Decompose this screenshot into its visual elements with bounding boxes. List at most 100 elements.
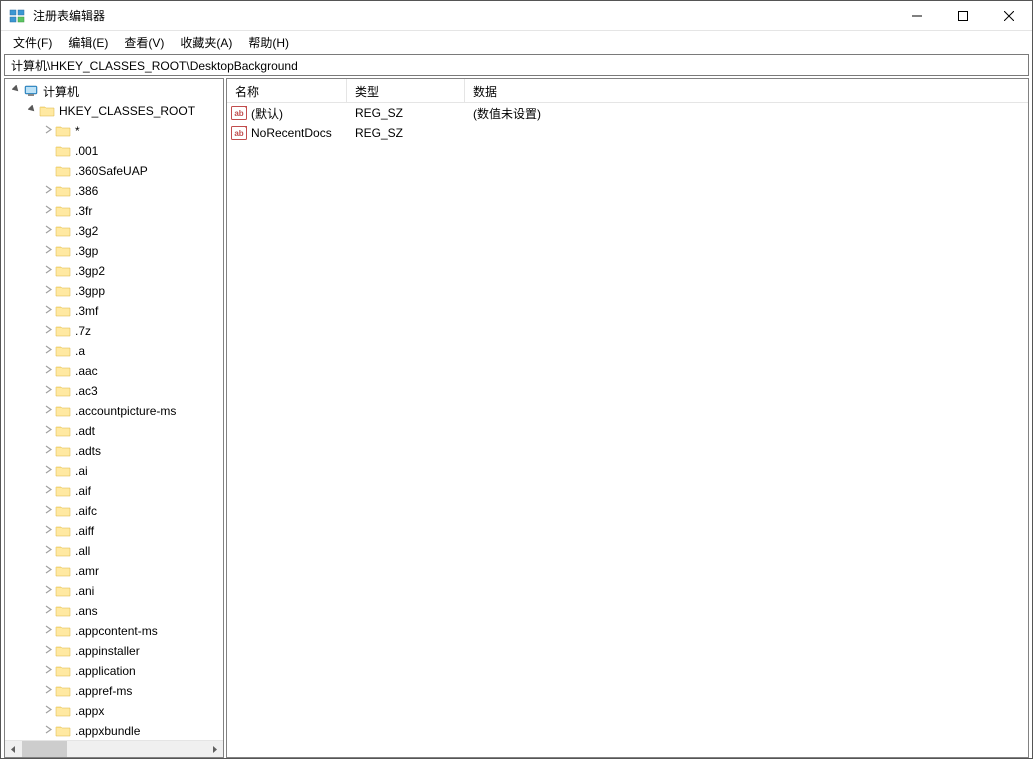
expand-icon[interactable]: [41, 645, 55, 657]
cell-data: (数值未设置): [465, 105, 1028, 122]
folder-icon: [55, 283, 71, 299]
expand-icon[interactable]: [41, 245, 55, 257]
expand-icon[interactable]: [41, 305, 55, 317]
scrollbar-thumb[interactable]: [22, 741, 67, 757]
list-row[interactable]: abNoRecentDocsREG_SZ: [227, 123, 1028, 143]
string-value-icon: ab: [231, 106, 247, 120]
menu-file[interactable]: 文件(F): [5, 32, 60, 53]
tree-item[interactable]: .amr: [5, 561, 223, 581]
tree-item[interactable]: .a: [5, 341, 223, 361]
expand-icon[interactable]: [41, 625, 55, 637]
folder-icon: [55, 403, 71, 419]
column-name[interactable]: 名称: [227, 79, 347, 102]
horizontal-scrollbar[interactable]: [5, 740, 223, 757]
expand-icon[interactable]: [41, 225, 55, 237]
tree-label: .all: [75, 544, 90, 558]
menu-favorites[interactable]: 收藏夹(A): [172, 32, 240, 53]
tree-item[interactable]: .all: [5, 541, 223, 561]
expand-icon[interactable]: [41, 565, 55, 577]
tree-label: .001: [75, 144, 98, 158]
expand-icon[interactable]: [41, 525, 55, 537]
tree-item[interactable]: .3gp2: [5, 261, 223, 281]
tree-item[interactable]: .ac3: [5, 381, 223, 401]
tree-item[interactable]: .3g2: [5, 221, 223, 241]
expand-icon[interactable]: [41, 205, 55, 217]
expand-icon[interactable]: [41, 465, 55, 477]
expand-icon[interactable]: [41, 425, 55, 437]
tree-item[interactable]: .accountpicture-ms: [5, 401, 223, 421]
expand-icon[interactable]: [41, 725, 55, 737]
folder-icon: [55, 643, 71, 659]
address-bar[interactable]: 计算机\HKEY_CLASSES_ROOT\DesktopBackground: [4, 54, 1029, 76]
expand-icon[interactable]: [41, 285, 55, 297]
scrollbar-track[interactable]: [22, 741, 206, 757]
expand-icon[interactable]: [41, 605, 55, 617]
tree-item[interactable]: .aifc: [5, 501, 223, 521]
folder-icon: [55, 423, 71, 439]
close-button[interactable]: [986, 1, 1032, 30]
folder-icon: [55, 503, 71, 519]
tree-item[interactable]: .aiff: [5, 521, 223, 541]
tree-item[interactable]: .appx: [5, 701, 223, 721]
expand-icon[interactable]: [41, 185, 55, 197]
tree-item[interactable]: .7z: [5, 321, 223, 341]
tree-item[interactable]: .3gpp: [5, 281, 223, 301]
expand-icon[interactable]: [41, 665, 55, 677]
folder-icon: [55, 343, 71, 359]
menu-help[interactable]: 帮助(H): [240, 32, 297, 53]
expand-icon[interactable]: [41, 505, 55, 517]
tree-root-computer[interactable]: 计算机: [5, 81, 223, 101]
expand-icon[interactable]: [41, 405, 55, 417]
tree-item[interactable]: .360SafeUAP: [5, 161, 223, 181]
column-type[interactable]: 类型: [347, 79, 465, 102]
expand-icon[interactable]: [41, 545, 55, 557]
expand-icon[interactable]: [41, 325, 55, 337]
tree-item[interactable]: .386: [5, 181, 223, 201]
expand-icon[interactable]: [25, 105, 39, 117]
tree-item[interactable]: *: [5, 121, 223, 141]
tree-item[interactable]: .application: [5, 661, 223, 681]
folder-icon: [55, 483, 71, 499]
tree-item[interactable]: .ai: [5, 461, 223, 481]
menu-edit[interactable]: 编辑(E): [60, 32, 116, 53]
list-row[interactable]: ab(默认)REG_SZ(数值未设置): [227, 103, 1028, 123]
folder-icon: [55, 383, 71, 399]
expand-icon[interactable]: [41, 705, 55, 717]
tree-item[interactable]: .appcontent-ms: [5, 621, 223, 641]
tree-item[interactable]: .appxbundle: [5, 721, 223, 740]
list-body[interactable]: ab(默认)REG_SZ(数值未设置)abNoRecentDocsREG_SZ: [227, 103, 1028, 757]
scroll-left-button[interactable]: [5, 741, 22, 757]
tree-item[interactable]: .ans: [5, 601, 223, 621]
tree-item[interactable]: .aif: [5, 481, 223, 501]
tree-item[interactable]: .appref-ms: [5, 681, 223, 701]
tree-item[interactable]: .adts: [5, 441, 223, 461]
folder-icon: [55, 583, 71, 599]
column-data[interactable]: 数据: [465, 79, 1028, 102]
tree-item[interactable]: .3mf: [5, 301, 223, 321]
folder-icon: [55, 443, 71, 459]
tree-item[interactable]: .appinstaller: [5, 641, 223, 661]
tree-item[interactable]: .aac: [5, 361, 223, 381]
expand-icon[interactable]: [41, 445, 55, 457]
expand-icon[interactable]: [41, 365, 55, 377]
menu-view[interactable]: 查看(V): [116, 32, 172, 53]
expand-icon[interactable]: [41, 485, 55, 497]
tree-item[interactable]: .ani: [5, 581, 223, 601]
expand-icon[interactable]: [41, 585, 55, 597]
minimize-button[interactable]: [894, 1, 940, 30]
tree-item[interactable]: .001: [5, 141, 223, 161]
expand-icon[interactable]: [9, 85, 23, 97]
tree-scroll[interactable]: 计算机 HKEY_CLASSES_ROOT *.001.360SafeUAP.3…: [5, 79, 223, 740]
expand-icon[interactable]: [41, 265, 55, 277]
tree-item[interactable]: .3gp: [5, 241, 223, 261]
list-header: 名称 类型 数据: [227, 79, 1028, 103]
scroll-right-button[interactable]: [206, 741, 223, 757]
tree-item[interactable]: .3fr: [5, 201, 223, 221]
tree-item[interactable]: .adt: [5, 421, 223, 441]
expand-icon[interactable]: [41, 685, 55, 697]
expand-icon[interactable]: [41, 125, 55, 137]
expand-icon[interactable]: [41, 345, 55, 357]
maximize-button[interactable]: [940, 1, 986, 30]
expand-icon[interactable]: [41, 385, 55, 397]
tree-hkey-classes-root[interactable]: HKEY_CLASSES_ROOT: [5, 101, 223, 121]
